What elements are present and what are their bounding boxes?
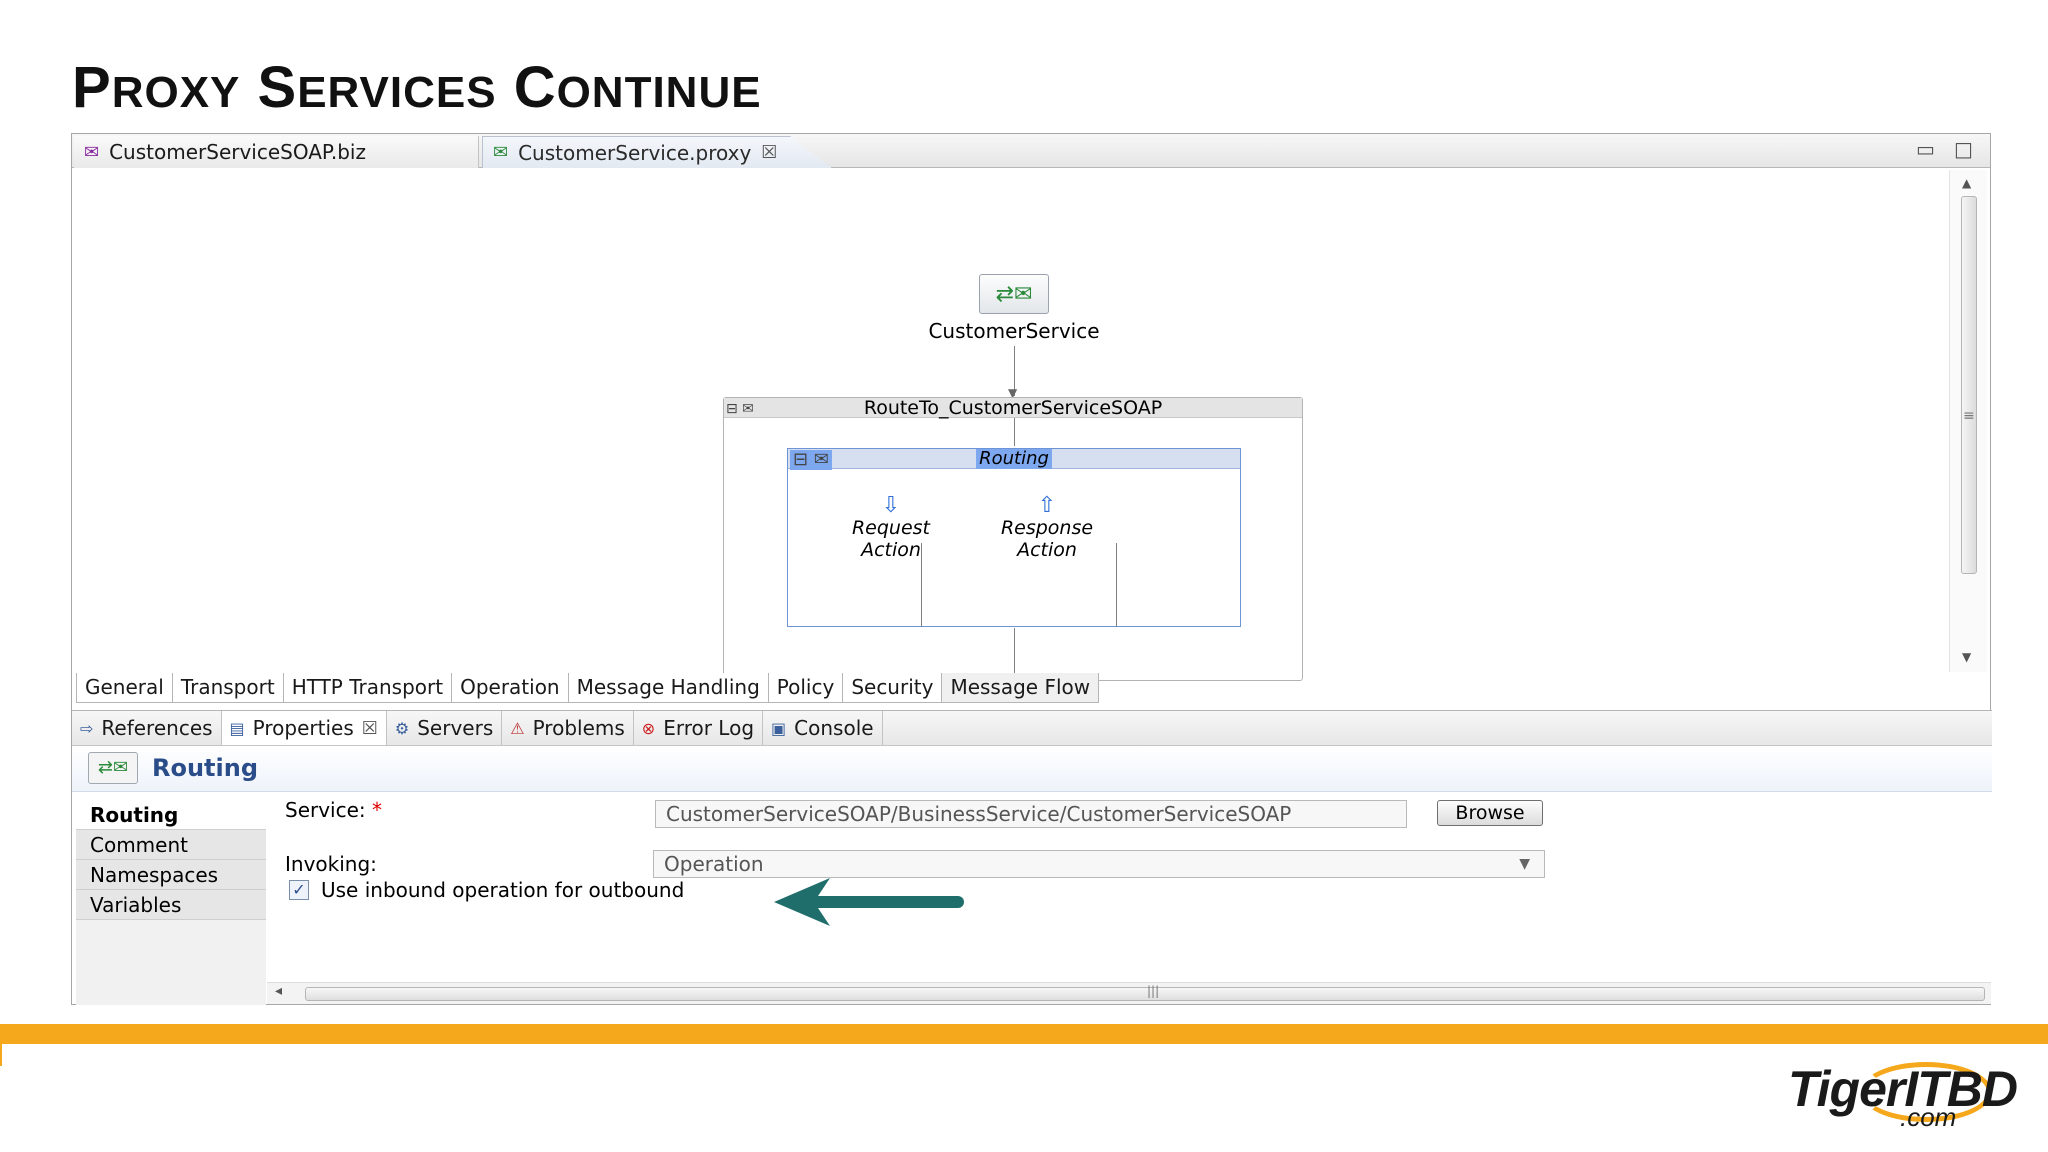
route-node-header[interactable]: ⊟ ✉ RouteTo_CustomerServiceSOAP: [724, 398, 1302, 418]
side-tab-variables[interactable]: Variables: [76, 890, 266, 920]
tigeritbd-logo: TigerITBD .com: [1768, 1054, 2018, 1134]
tab-customerservicesoap-biz[interactable]: ✉ CustomerServiceSOAP.biz: [74, 136, 479, 168]
tab-label: CustomerServiceSOAP.biz: [109, 140, 366, 164]
view-tab-label: References: [101, 716, 213, 740]
routing-icon: ⇄✉: [88, 752, 138, 784]
proxy-envelope-icon[interactable]: ⇄✉: [979, 274, 1049, 314]
footer-accent-tick: [0, 1044, 2, 1066]
close-icon[interactable]: ☒: [362, 718, 378, 739]
business-service-icon: ✉: [84, 141, 100, 163]
scroll-thumb[interactable]: [305, 987, 1985, 1001]
arrow-down-icon: ⇩: [881, 493, 901, 518]
browse-button[interactable]: Browse: [1437, 800, 1543, 826]
response-line: [1116, 543, 1117, 627]
routing-header[interactable]: ⊟ ✉ Routing: [788, 449, 1240, 470]
routing-form: Service: * CustomerServiceSOAP/BusinessS…: [267, 792, 1991, 982]
tab-general[interactable]: General: [76, 673, 173, 703]
logo-sub: .com: [1900, 1102, 1957, 1132]
arrow-up-icon: ⇧: [1037, 493, 1057, 518]
view-tab-servers[interactable]: ⚙ Servers: [387, 711, 503, 745]
annotation-arrow: [774, 878, 964, 926]
maximize-icon[interactable]: □: [1954, 137, 1973, 161]
view-tab-error-log[interactable]: ⊗ Error Log: [634, 711, 764, 745]
routing-node[interactable]: ⊟ ✉ Routing ⇩ Request Action ⇧ Response …: [787, 448, 1241, 627]
scroll-grip-icon: ≡: [1963, 408, 1975, 424]
invoking-label: Invoking:: [285, 852, 377, 876]
service-label-text: Service:: [285, 798, 366, 822]
side-tab-namespaces[interactable]: Namespaces: [76, 860, 266, 890]
use-inbound-label: Use inbound operation for outbound: [321, 878, 685, 902]
scroll-up-icon[interactable]: ▲: [1962, 176, 1971, 190]
servers-icon: ⚙: [394, 718, 410, 738]
properties-side-tabs: Routing Comment Namespaces Variables: [76, 800, 266, 1005]
properties-header: ⇄✉ Routing: [72, 746, 1992, 792]
required-marker: *: [372, 798, 383, 822]
tab-policy[interactable]: Policy: [767, 673, 844, 703]
service-label: Service: *: [285, 798, 382, 822]
view-tab-bar: ⇨ References ▤ Properties ☒ ⚙ Servers ⚠ …: [72, 710, 1992, 746]
view-tab-label: Console: [794, 716, 874, 740]
use-inbound-checkbox[interactable]: ✓: [289, 880, 309, 900]
tab-transport[interactable]: Transport: [171, 673, 284, 703]
request-action[interactable]: ⇩ Request Action: [824, 493, 958, 562]
view-tab-properties[interactable]: ▤ Properties ☒: [221, 711, 387, 745]
scroll-thumb[interactable]: [1961, 196, 1977, 574]
view-tab-references[interactable]: ⇨ References: [72, 711, 222, 745]
view-tab-label: Servers: [417, 716, 494, 740]
view-tab-problems[interactable]: ⚠ Problems: [502, 711, 634, 745]
request-action-label: Request Action: [851, 517, 931, 561]
proxy-service-icon: ✉: [493, 142, 509, 163]
properties-icon: ▤: [229, 718, 245, 738]
tab-message-flow[interactable]: Message Flow: [941, 673, 1100, 703]
close-icon[interactable]: ☒: [761, 142, 777, 163]
horizontal-scrollbar[interactable]: ◂ |||: [267, 982, 1991, 1004]
tab-message-handling[interactable]: Message Handling: [567, 673, 769, 703]
routing-label: Routing: [976, 449, 1052, 469]
console-icon: ▣: [771, 718, 787, 738]
collapse-icon[interactable]: ⊟ ✉: [726, 399, 754, 419]
editor-page-tabs: General Transport HTTP Transport Operati…: [76, 673, 1100, 703]
slide-title: PROXY SERVICES CONTINUE: [72, 55, 762, 120]
start-node-label[interactable]: CustomerService: [908, 319, 1120, 343]
problems-icon: ⚠: [510, 718, 525, 738]
view-tab-label: Properties: [252, 716, 354, 740]
footer-accent-bar: [0, 1024, 2048, 1044]
scroll-grip-icon: |||: [1147, 984, 1160, 998]
response-action-label: Response Action: [1000, 517, 1094, 561]
scroll-left-icon[interactable]: ◂: [275, 983, 282, 999]
service-field[interactable]: CustomerServiceSOAP/BusinessService/Cust…: [655, 800, 1407, 828]
tab-customerservice-proxy[interactable]: ✉ CustomerService.proxy ☒: [482, 136, 832, 168]
invoking-value: Operation: [664, 852, 764, 876]
properties-title: Routing: [152, 754, 259, 782]
route-node-label: RouteTo_CustomerServiceSOAP: [863, 397, 1163, 419]
minimize-icon[interactable]: ▭: [1916, 137, 1935, 161]
message-flow-canvas[interactable]: ⇄✉ CustomerService ▼ ⊟ ✉ RouteTo_Custome…: [76, 170, 1946, 682]
request-line: [921, 543, 922, 627]
response-action[interactable]: ⇧ Response Action: [970, 493, 1124, 562]
route-node[interactable]: ⊟ ✉ RouteTo_CustomerServiceSOAP ⊟ ✉ Rout…: [723, 397, 1303, 682]
collapse-icon[interactable]: ⊟ ✉: [790, 450, 832, 470]
tab-security[interactable]: Security: [842, 673, 943, 703]
tab-operation[interactable]: Operation: [451, 673, 569, 703]
scroll-down-icon[interactable]: ▼: [1962, 650, 1971, 664]
view-tab-label: Problems: [532, 716, 625, 740]
chevron-down-icon[interactable]: ▼: [1519, 851, 1530, 877]
vertical-scrollbar[interactable]: ▲ ≡ ▼: [1949, 170, 1987, 672]
side-tab-comment[interactable]: Comment: [76, 830, 266, 860]
connector-line: [1014, 418, 1015, 446]
view-tab-console[interactable]: ▣ Console: [763, 711, 883, 745]
editor-tab-bar: ✉ CustomerServiceSOAP.biz ✉ CustomerServ…: [72, 134, 1990, 168]
view-tab-label: Error Log: [663, 716, 755, 740]
error-log-icon: ⊗: [641, 718, 656, 738]
tab-label: CustomerService.proxy: [518, 140, 752, 165]
references-icon: ⇨: [80, 718, 94, 738]
side-tab-routing[interactable]: Routing: [76, 800, 266, 830]
ide-window: ✉ CustomerServiceSOAP.biz ✉ CustomerServ…: [71, 133, 1992, 1005]
tab-http-transport[interactable]: HTTP Transport: [282, 673, 453, 703]
